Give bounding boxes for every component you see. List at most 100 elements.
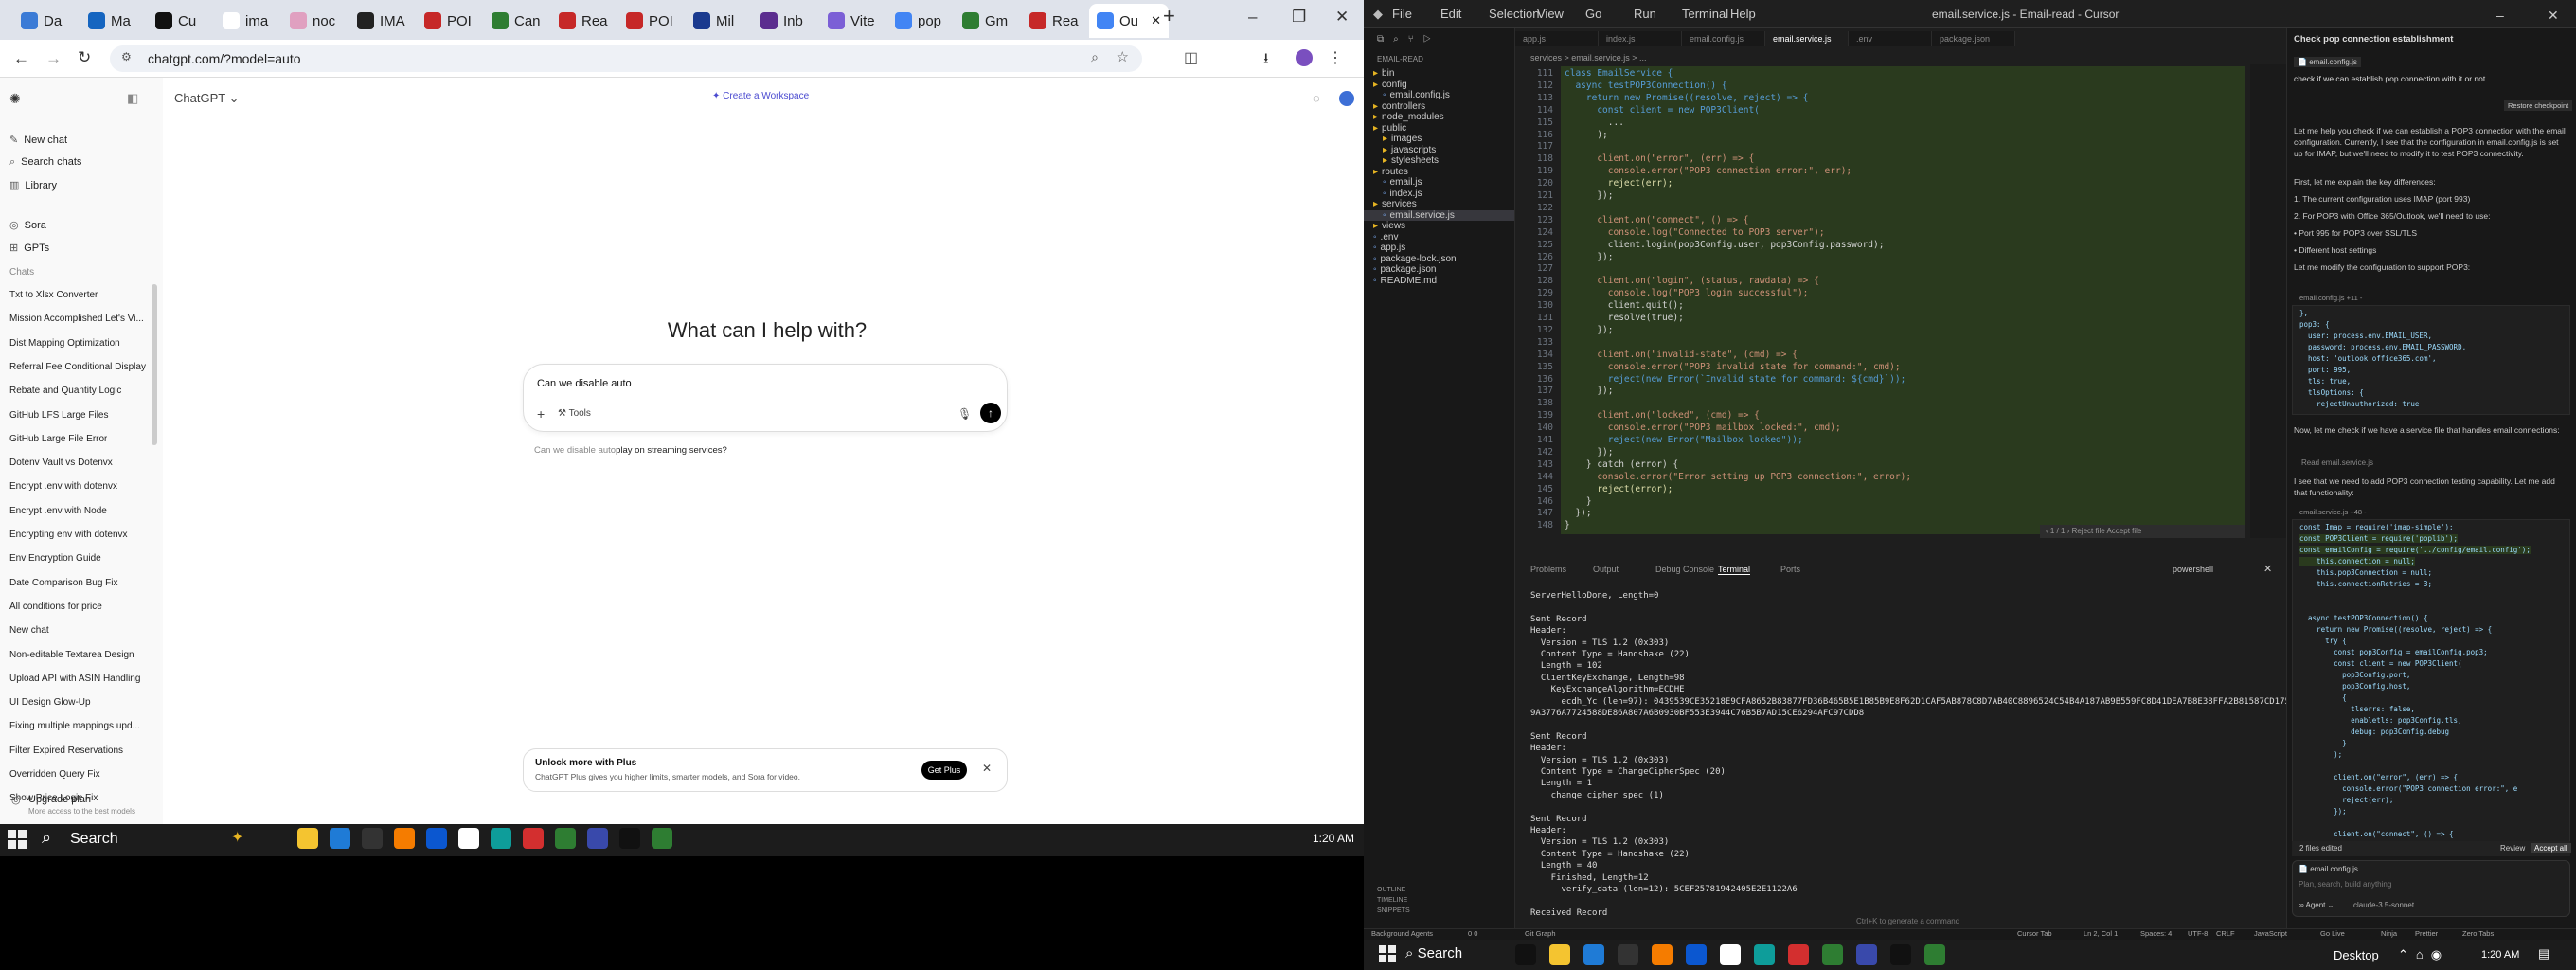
taskbar-app-icon[interactable]: [394, 828, 415, 849]
microphone-icon[interactable]: 🎙: [957, 407, 972, 421]
panel-tab[interactable]: Terminal: [1718, 565, 1751, 575]
editor-tab[interactable]: email.config.js: [1682, 31, 1765, 46]
browser-tab[interactable]: POI: [417, 4, 477, 38]
zoom-icon[interactable]: ⌕: [1091, 49, 1099, 65]
send-button[interactable]: ↑: [980, 403, 1001, 423]
taskbar-widget-icon[interactable]: ✦: [231, 828, 243, 847]
explorer-item[interactable]: ◦ app.js: [1364, 242, 1514, 253]
taskbar-clock[interactable]: 1:20 AM: [1313, 832, 1354, 845]
chat-history-item[interactable]: Upload API with ASIN Handling: [9, 674, 140, 684]
status-item[interactable]: Spaces: 4: [2140, 929, 2172, 938]
menu-item[interactable]: Help: [1730, 7, 1756, 21]
status-item[interactable]: Go Live: [2320, 929, 2345, 938]
chat-history-item[interactable]: Referral Fee Conditional Display: [9, 362, 146, 372]
sidebar-nav-item[interactable]: ✎ New chat: [9, 134, 67, 146]
taskbar-search[interactable]: Search: [70, 831, 118, 848]
explorer-item[interactable]: ◦ package-lock.json: [1364, 254, 1514, 264]
taskbar-app-icon[interactable]: [491, 828, 511, 849]
status-item[interactable]: Cursor Tab: [2017, 929, 2052, 938]
explorer-item[interactable]: ▸ views: [1364, 221, 1514, 231]
status-item[interactable]: JavaScript: [2254, 929, 2287, 938]
menu-item[interactable]: Terminal: [1682, 7, 1728, 21]
browser-tab[interactable]: Mil: [686, 4, 746, 38]
taskbar-app-icon[interactable]: [1822, 944, 1843, 965]
panel-tab[interactable]: Output: [1593, 565, 1619, 574]
explorer-item[interactable]: ◦ .env: [1364, 232, 1514, 242]
sidebar-scrollbar[interactable]: [152, 284, 157, 445]
create-workspace-button[interactable]: ✦ Create a Workspace: [712, 91, 809, 101]
explorer-item[interactable]: ▸ services: [1364, 199, 1514, 209]
chat-history-item[interactable]: Non-editable Textarea Design: [9, 650, 134, 660]
reload-icon[interactable]: ↻: [78, 48, 91, 67]
accept-all-button[interactable]: Accept all: [2531, 843, 2571, 853]
explorer-item[interactable]: ◦ package.json: [1364, 264, 1514, 275]
chat-history-item[interactable]: GitHub LFS Large Files: [9, 410, 109, 421]
taskbar-app-icon[interactable]: [619, 828, 640, 849]
status-item[interactable]: Zero Tabs: [2462, 929, 2494, 938]
explorer-item[interactable]: ▸ javascripts: [1364, 145, 1514, 155]
sidebar-nav-item[interactable]: ▥ Library: [9, 179, 57, 191]
status-item[interactable]: Ninja: [2381, 929, 2397, 938]
chat-history-item[interactable]: GitHub Large File Error: [9, 434, 107, 444]
browser-tab[interactable]: Vite: [820, 4, 881, 38]
chat-history-item[interactable]: Encrypt .env with Node: [9, 506, 107, 516]
openai-logo-icon[interactable]: ✺: [9, 91, 21, 107]
taskbar-app-icon[interactable]: [1686, 944, 1707, 965]
status-item[interactable]: UTF-8: [2188, 929, 2208, 938]
taskbar-app-icon[interactable]: [1515, 944, 1536, 965]
explorer-item[interactable]: ◦ README.md: [1364, 276, 1514, 286]
browser-tab[interactable]: Ma: [80, 4, 141, 38]
add-attachment-icon[interactable]: +: [537, 406, 545, 422]
user-avatar[interactable]: [1339, 91, 1354, 106]
taskbar-app-icon[interactable]: [587, 828, 608, 849]
menu-item[interactable]: View: [1537, 7, 1564, 21]
tab-close-icon[interactable]: ✕: [1151, 13, 1161, 28]
explorer-item[interactable]: ▸ config: [1364, 80, 1514, 90]
explorer-item[interactable]: ▸ routes: [1364, 167, 1514, 177]
review-button[interactable]: Review: [2500, 844, 2525, 853]
notification-icon[interactable]: ▤: [2538, 946, 2549, 961]
panel-tab[interactable]: Problems: [1530, 565, 1566, 574]
status-item[interactable]: Git Graph: [1525, 929, 1556, 938]
activity-icons[interactable]: ⧉⌕⑂▷: [1377, 34, 1440, 45]
outline-section[interactable]: SNIPPETS: [1377, 907, 1410, 914]
explorer-item[interactable]: ▸ node_modules: [1364, 112, 1514, 122]
sidebar-nav-item[interactable]: ⌕ Search chats: [9, 156, 81, 169]
explorer-item[interactable]: ▸ controllers: [1364, 101, 1514, 112]
explorer-item[interactable]: ▸ bin: [1364, 68, 1514, 79]
chat-history-item[interactable]: Dotenv Vault vs Dotenvx: [9, 458, 113, 468]
outline-section[interactable]: OUTLINE: [1377, 887, 1405, 893]
browser-tab[interactable]: IMA: [349, 4, 410, 38]
menu-item[interactable]: File: [1392, 7, 1412, 21]
autocomplete-suggestion[interactable]: Can we disable autoplay on streaming ser…: [534, 445, 727, 456]
desktop-label[interactable]: Desktop: [2334, 948, 2379, 962]
menu-item[interactable]: Edit: [1440, 7, 1461, 21]
address-bar[interactable]: ⚙ chatgpt.com/?model=auto ⌕ ☆: [110, 45, 1142, 72]
upgrade-plan[interactable]: ◎ Upgrade plan More access to the best m…: [0, 792, 163, 824]
editor-tab[interactable]: .env: [1849, 31, 1932, 46]
browser-tab[interactable]: Can: [484, 4, 545, 38]
chat-history-item[interactable]: Encrypting env with dotenvx: [9, 530, 128, 540]
browser-tab[interactable]: pop: [887, 4, 948, 38]
sidebar-nav-item[interactable]: ◎ Sora: [9, 219, 46, 231]
editor-tab[interactable]: package.json: [1932, 31, 2015, 46]
tray-icons[interactable]: ⌃⌂◉: [2398, 947, 2449, 962]
chat-history-item[interactable]: Date Comparison Bug Fix: [9, 578, 118, 588]
forward-icon[interactable]: →: [45, 49, 62, 68]
browser-tab[interactable]: Rea: [1022, 4, 1082, 38]
taskbar-app-icon[interactable]: [1924, 944, 1945, 965]
menu-item[interactable]: Selection: [1489, 7, 1539, 21]
browser-tab[interactable]: Da: [13, 4, 74, 38]
status-item[interactable]: CRLF: [2216, 929, 2235, 938]
taskbar-app-icon[interactable]: [1549, 944, 1570, 965]
status-item[interactable]: Prettier: [2415, 929, 2438, 938]
temporary-chat-icon[interactable]: ◌: [1313, 91, 1320, 105]
taskbar-app-icon[interactable]: [1856, 944, 1877, 965]
taskbar-app-icon[interactable]: [458, 828, 479, 849]
browser-tab[interactable]: POI: [618, 4, 679, 38]
panel-close-icon[interactable]: ✕: [2263, 563, 2272, 575]
taskbar-app-icon[interactable]: [1788, 944, 1809, 965]
browser-tab[interactable]: Cu: [148, 4, 208, 38]
menu-icon[interactable]: ⋮: [1328, 48, 1343, 67]
chat-history-item[interactable]: Env Encryption Guide: [9, 553, 101, 564]
